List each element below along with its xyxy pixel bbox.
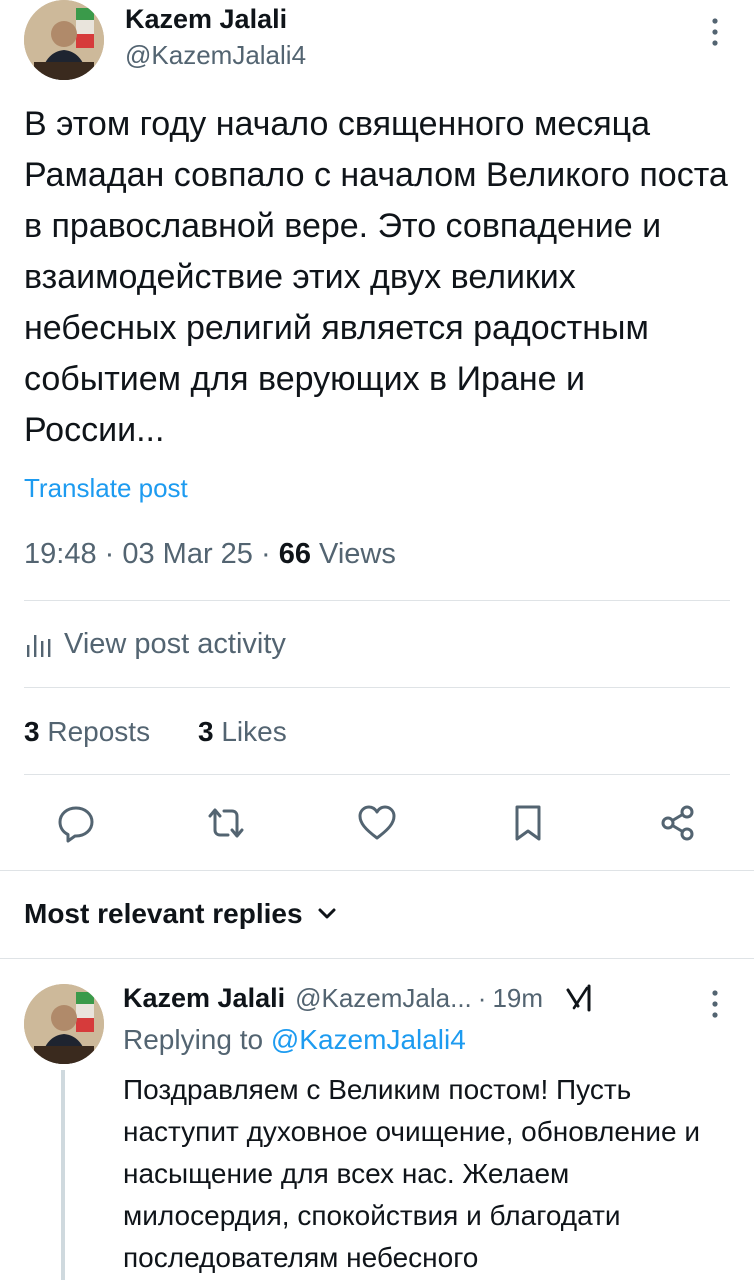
share-icon [661,805,694,841]
like-button[interactable] [351,797,403,849]
post-date: 03 Mar 25 [122,538,253,570]
view-post-activity[interactable]: View post activity [24,628,286,661]
reply-author-avatar[interactable] [24,984,104,1064]
replying-to: Replying to @KazemJalali4 [123,1024,466,1056]
replying-to-handle[interactable]: @KazemJalali4 [271,1024,466,1055]
reposts-count: 3 [24,716,40,747]
author-name[interactable]: Kazem Jalali [125,4,287,35]
divider [24,774,730,775]
grok-icon[interactable] [565,982,595,1014]
divider [0,958,754,959]
reposts-stat[interactable]: 3 Reposts [24,716,150,748]
translate-post-link[interactable]: Translate post [24,473,188,504]
repost-button[interactable] [200,797,252,849]
post-meta: 19:48 · 03 Mar 25 · 66 Views [24,538,396,570]
chevron-down-icon [317,907,337,921]
replies-sort-label: Most relevant replies [24,898,303,929]
share-button[interactable] [652,797,704,849]
replying-to-prefix: Replying to [123,1024,264,1055]
post-text: В этом году начало священного месяца Рам… [24,105,728,449]
reply-time[interactable]: 19m [492,983,543,1014]
bookmark-button[interactable] [502,797,554,849]
repost-icon [208,808,244,838]
likes-stat[interactable]: 3 Likes [198,716,287,748]
views-label: Views [319,538,396,570]
divider [0,870,754,871]
replies-sort-dropdown[interactable]: Most relevant replies [24,898,337,930]
reply-author-handle[interactable]: @KazemJala... [295,983,472,1014]
analytics-icon [24,631,54,659]
author-handle[interactable]: @KazemJalali4 [125,40,306,71]
reply-text: Поздравляем с Великим постом! Пусть наст… [123,1074,701,1273]
views-count: 66 [278,538,311,570]
reply-more-options-icon[interactable] [700,986,730,1022]
like-icon [358,805,396,840]
author-avatar[interactable] [24,0,104,80]
more-options-icon[interactable] [700,14,730,50]
reply-button[interactable] [50,797,102,849]
post-time: 19:48 [24,538,97,570]
divider [24,687,730,688]
divider [24,600,730,601]
likes-label: Likes [221,716,287,747]
reposts-label: Reposts [47,716,151,747]
reply-icon [58,806,94,843]
view-post-activity-label: View post activity [64,628,286,660]
reply-thread-line [61,1070,65,1280]
bookmark-icon [515,805,541,841]
likes-count: 3 [198,716,214,747]
reply-header: Kazem Jalali @KazemJala... · 19m [123,982,595,1014]
reply-author-name[interactable]: Kazem Jalali [123,983,285,1014]
